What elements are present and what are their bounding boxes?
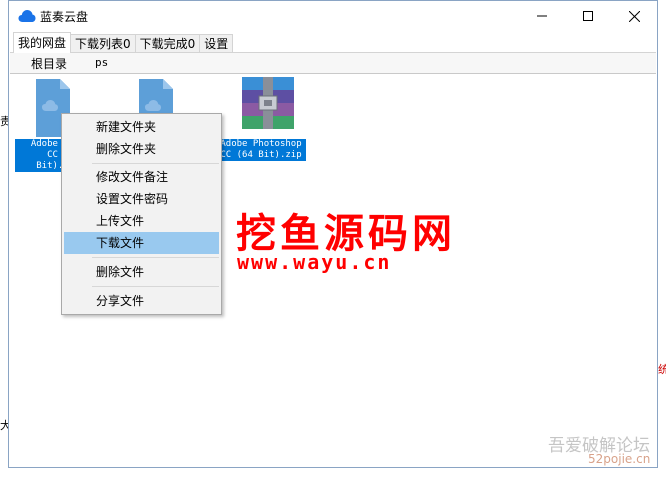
menu-item-delete-folder[interactable]: 删除文件夹	[64, 138, 219, 160]
tab-bar: 我的网盘 下载列表0 下载完成0 设置	[13, 32, 234, 53]
menu-item-share-file[interactable]: 分享文件	[64, 290, 219, 312]
context-menu: 新建文件夹 删除文件夹 修改文件备注 设置文件密码 上传文件 下载文件 删除文件…	[61, 113, 222, 315]
menu-item-download-file[interactable]: 下载文件	[64, 232, 219, 254]
tab-my-drive[interactable]: 我的网盘	[13, 32, 72, 53]
breadcrumb-current[interactable]: ps	[95, 56, 108, 69]
menu-item-delete-file[interactable]: 删除文件	[64, 261, 219, 283]
tab-settings[interactable]: 设置	[199, 34, 234, 53]
breadcrumb-root[interactable]: 根目录	[31, 55, 67, 72]
menu-separator	[92, 163, 219, 164]
minimize-button[interactable]	[519, 1, 565, 31]
watermark-url: www.wayu.cn	[237, 250, 392, 274]
file-name: Adobe Photoshop CC (64 Bit).zip	[216, 139, 306, 161]
window-title: 蓝奏云盘	[40, 10, 89, 24]
close-button[interactable]	[611, 1, 657, 31]
close-icon	[628, 10, 640, 22]
tab-download-complete[interactable]: 下载完成0	[134, 34, 201, 53]
maximize-icon	[583, 11, 593, 21]
breadcrumb: 根目录 ps	[10, 53, 656, 74]
menu-item-new-folder[interactable]: 新建文件夹	[64, 116, 219, 138]
menu-item-upload-file[interactable]: 上传文件	[64, 210, 219, 232]
menu-item-edit-note[interactable]: 修改文件备注	[64, 166, 219, 188]
menu-item-set-password[interactable]: 设置文件密码	[64, 188, 219, 210]
archive-icon	[242, 77, 294, 129]
minimize-icon	[537, 15, 547, 17]
forum-watermark-url: 52pojie.cn	[588, 452, 651, 466]
cloud-icon	[18, 10, 36, 22]
menu-separator	[92, 286, 219, 287]
menu-separator	[92, 257, 219, 258]
tab-download-list[interactable]: 下载列表0	[70, 34, 136, 53]
background-text-fragment: 统	[658, 363, 666, 376]
title-bar[interactable]: 蓝奏云盘	[9, 1, 657, 31]
maximize-button[interactable]	[565, 1, 611, 31]
